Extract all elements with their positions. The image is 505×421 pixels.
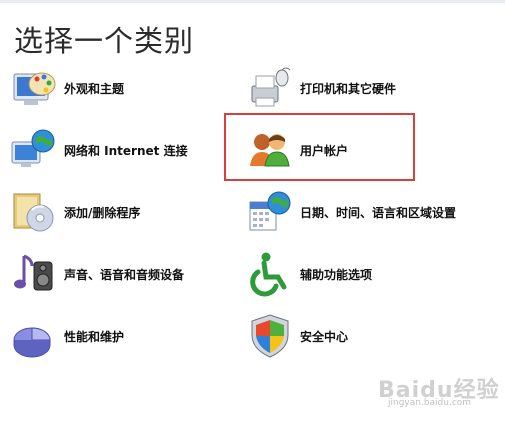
category-add-remove-programs[interactable]: 添加/删除程序 (10, 188, 140, 236)
category-accessibility[interactable]: 辅助功能选项 (246, 250, 372, 298)
category-label: 添加/删除程序 (64, 205, 141, 220)
category-date-time-region[interactable]: 日期、时间、语言和区域设置 (246, 188, 456, 236)
security-center-icon (251, 314, 289, 358)
category-performance-maintenance[interactable]: 性能和维护 (10, 312, 124, 360)
top-border (0, 0, 505, 3)
date-time-region-icon (249, 191, 291, 231)
category-security-center[interactable]: 安全中心 (246, 312, 348, 360)
printers-hardware-icon (251, 67, 291, 107)
performance-maintenance-icon (13, 327, 51, 358)
category-label: 网络和 Internet 连接 (64, 143, 188, 158)
category-label: 安全中心 (300, 329, 349, 344)
category-label: 声音、语音和音频设备 (64, 267, 185, 282)
category-appearance-themes[interactable]: 外观和主题 (10, 64, 124, 112)
category-label: 性能和维护 (64, 329, 125, 344)
page-title: 选择一个类别 (14, 24, 195, 58)
accessibility-icon (250, 252, 287, 297)
category-label: 外观和主题 (64, 81, 125, 96)
appearance-themes-icon (13, 72, 56, 105)
category-network-internet[interactable]: 网络和 Internet 连接 (10, 126, 188, 174)
network-internet-icon (11, 129, 55, 167)
category-label: 打印机和其它硬件 (300, 81, 397, 96)
category-sounds-audio[interactable]: 声音、语音和音频设备 (10, 250, 184, 298)
category-label: 辅助功能选项 (300, 267, 373, 282)
selection-highlight-box (224, 113, 415, 181)
category-printers-hardware[interactable]: 打印机和其它硬件 (246, 64, 396, 112)
sounds-audio-icon (14, 254, 53, 291)
category-label: 日期、时间、语言和区域设置 (300, 205, 457, 220)
add-remove-programs-icon (13, 193, 54, 232)
watermark-url: jingyan.baidu.com (388, 398, 472, 408)
